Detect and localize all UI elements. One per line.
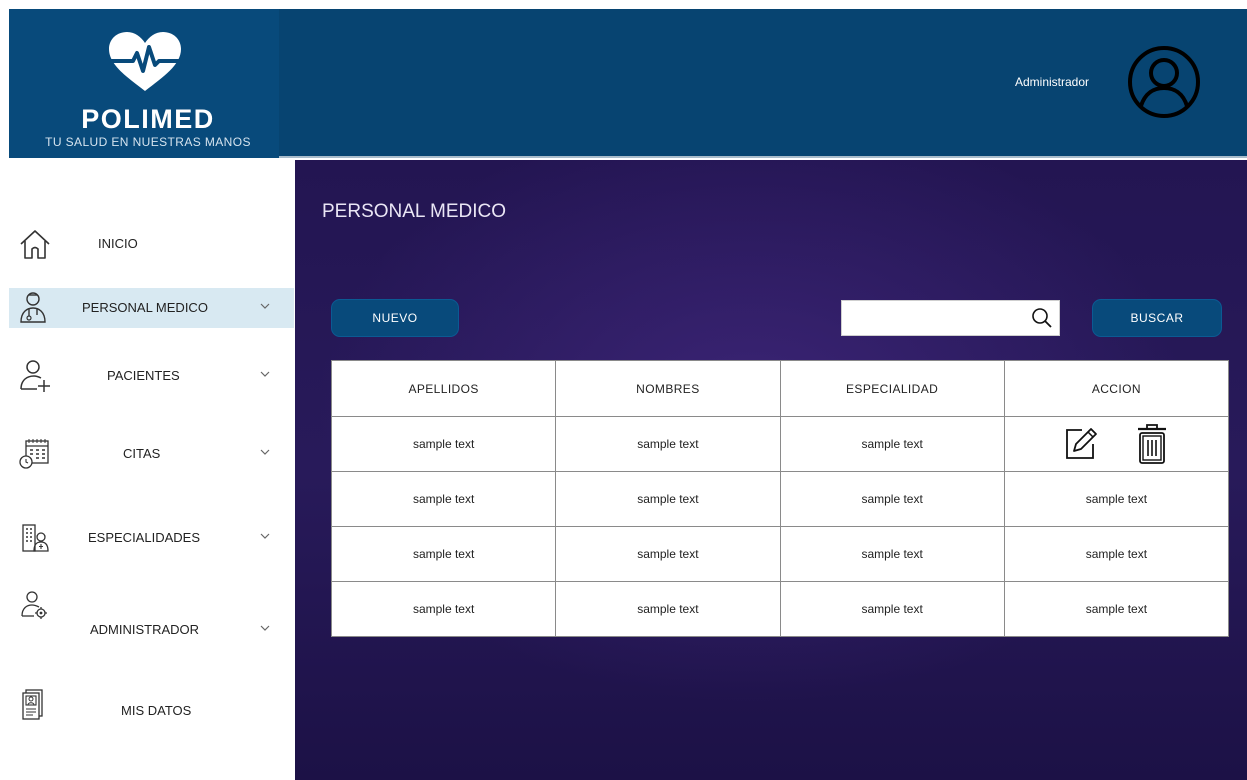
table-header-row: APELLIDOS NOMBRES ESPECIALIDAD ACCION xyxy=(330,360,1230,417)
sidebar-item-label: ADMINISTRADOR xyxy=(90,622,200,637)
table-cell: sample text xyxy=(330,416,557,472)
heart-pulse-icon xyxy=(109,32,183,91)
table-row[interactable]: sample text sample text sample text samp… xyxy=(330,471,1230,527)
medical-staff-table: APELLIDOS NOMBRES ESPECIALIDAD ACCION sa… xyxy=(330,360,1230,637)
table-cell: sample text xyxy=(1003,471,1230,527)
chevron-down-icon[interactable] xyxy=(259,446,271,458)
hospital-icon xyxy=(22,524,49,552)
table-cell: sample text xyxy=(555,471,781,527)
table-cell: sample text xyxy=(779,526,1005,582)
sidebar-item-label: CITAS xyxy=(123,446,161,461)
add-patient-icon xyxy=(20,360,50,392)
trash-icon[interactable] xyxy=(1136,424,1168,464)
row-actions xyxy=(1005,424,1228,464)
table-cell: sample text xyxy=(779,581,1005,637)
table-cell: sample text xyxy=(330,581,557,637)
brand-logo[interactable]: POLIMED TU SALUD EN NUESTRAS MANOS xyxy=(9,9,279,158)
chevron-down-icon[interactable] xyxy=(259,368,271,380)
table-row[interactable]: sample text sample text sample text samp… xyxy=(330,581,1230,637)
edit-icon[interactable] xyxy=(1064,427,1098,461)
sidebar-item-label: PACIENTES xyxy=(107,368,180,383)
column-header[interactable]: NOMBRES xyxy=(555,360,781,417)
new-button[interactable]: NUEVO xyxy=(331,299,459,337)
sidebar-item-especialidades[interactable]: ESPECIALIDADES xyxy=(9,518,294,558)
table-cell: sample text xyxy=(1003,526,1230,582)
home-icon xyxy=(20,230,50,259)
chevron-down-icon[interactable] xyxy=(259,530,271,542)
sidebar: INICIO PERSONAL MEDICO PACIENTES CITAS E… xyxy=(0,160,295,780)
user-name-label: Administrador xyxy=(1015,75,1090,89)
table-cell: sample text xyxy=(555,416,781,472)
sidebar-item-label: MIS DATOS xyxy=(121,703,192,718)
table-cell: sample text xyxy=(779,471,1005,527)
user-avatar-icon[interactable] xyxy=(1127,45,1201,119)
table-row[interactable]: sample text sample text sample text samp… xyxy=(330,526,1230,582)
table-cell: sample text xyxy=(555,526,781,582)
sidebar-item-inicio[interactable]: INICIO xyxy=(9,224,294,264)
sidebar-item-mis-datos[interactable]: MIS DATOS xyxy=(9,689,294,731)
chevron-down-icon[interactable] xyxy=(259,300,271,312)
table-cell: sample text xyxy=(330,471,557,527)
search-button[interactable]: BUSCAR xyxy=(1092,299,1222,337)
action-cell xyxy=(1003,416,1230,472)
table-cell: sample text xyxy=(555,581,781,637)
sidebar-item-citas[interactable]: CITAS xyxy=(9,434,294,474)
admin-icon xyxy=(21,591,47,619)
sidebar-item-label: PERSONAL MEDICO xyxy=(82,300,208,315)
table-cell: sample text xyxy=(779,416,1005,472)
search-input[interactable] xyxy=(842,301,1028,335)
column-header[interactable]: APELLIDOS xyxy=(330,360,557,417)
calendar-icon xyxy=(19,439,49,469)
profile-card-icon xyxy=(22,689,43,720)
chevron-down-icon[interactable] xyxy=(259,622,271,634)
page-title: PERSONAL MEDICO xyxy=(322,201,507,222)
column-header[interactable]: ACCION xyxy=(1003,360,1230,417)
sidebar-item-label: ESPECIALIDADES xyxy=(88,530,200,545)
search-icon[interactable] xyxy=(1031,307,1053,329)
doctor-icon xyxy=(20,292,46,323)
sidebar-item-personal-medico[interactable]: PERSONAL MEDICO xyxy=(9,288,294,328)
sidebar-item-administrador[interactable]: ADMINISTRADOR xyxy=(9,591,294,650)
brand-name: POLIMED xyxy=(81,104,215,134)
main-content: PERSONAL MEDICO NUEVO BUSCAR APELLIDOS N… xyxy=(295,160,1247,780)
table-row[interactable]: sample text sample text sample text xyxy=(330,416,1230,472)
table-cell: sample text xyxy=(1003,581,1230,637)
column-header[interactable]: ESPECIALIDAD xyxy=(779,360,1005,417)
top-header: POLIMED TU SALUD EN NUESTRAS MANOS Admin… xyxy=(9,9,1247,158)
sidebar-item-pacientes[interactable]: PACIENTES xyxy=(9,356,294,396)
search-box xyxy=(841,300,1060,336)
brand-tagline: TU SALUD EN NUESTRAS MANOS xyxy=(45,135,251,149)
sidebar-item-label: INICIO xyxy=(98,236,138,251)
table-cell: sample text xyxy=(330,526,557,582)
